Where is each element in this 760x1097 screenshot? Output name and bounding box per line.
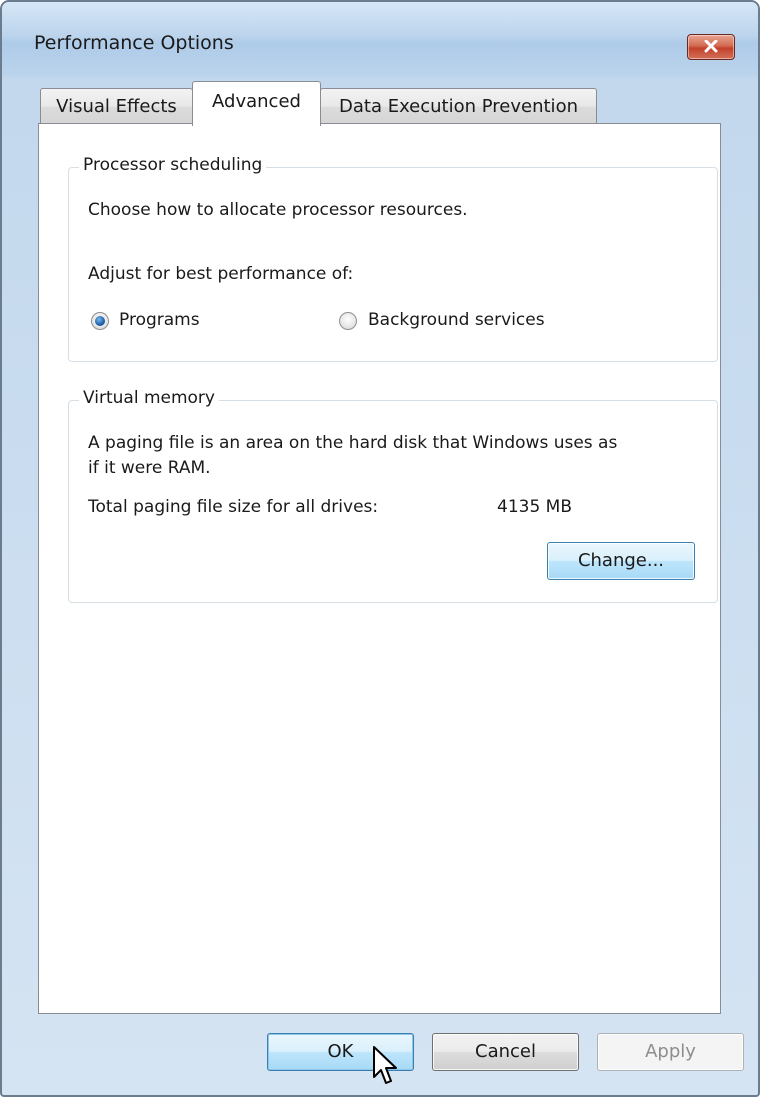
performance-options-window: Performance Options Visual Effects Advan… [0, 0, 760, 1097]
virtual-memory-description-line1: A paging file is an area on the hard dis… [88, 433, 618, 453]
virtual-memory-description-line2: if it were RAM. [88, 458, 211, 478]
window-title: Performance Options [34, 32, 234, 54]
total-paging-size-value: 4135 MB [497, 497, 572, 517]
close-icon [704, 40, 718, 53]
tab-advanced[interactable]: Advanced [192, 81, 321, 126]
tab-visual-effects[interactable]: Visual Effects [40, 88, 193, 124]
change-virtual-memory-button[interactable]: Change... [547, 542, 695, 580]
apply-button[interactable]: Apply [597, 1033, 744, 1071]
programs-radio[interactable] [91, 312, 109, 330]
background-services-radio-label[interactable]: Background services [368, 310, 545, 330]
advanced-tab-panel: Processor scheduling Choose how to alloc… [38, 123, 721, 1014]
close-button[interactable] [687, 34, 735, 60]
virtual-memory-label: Virtual memory [79, 388, 219, 408]
processor-scheduling-group: Processor scheduling Choose how to alloc… [68, 155, 718, 362]
mouse-pointer-icon [373, 1046, 397, 1084]
programs-radio-label[interactable]: Programs [119, 310, 200, 330]
tab-data-execution-prevention[interactable]: Data Execution Prevention [320, 88, 597, 124]
total-paging-size-label: Total paging file size for all drives: [88, 497, 379, 517]
adjust-performance-label: Adjust for best performance of: [88, 264, 354, 284]
background-services-radio[interactable] [339, 312, 357, 330]
processor-description: Choose how to allocate processor resourc… [88, 200, 468, 220]
title-bar[interactable]: Performance Options [2, 2, 758, 77]
cancel-button[interactable]: Cancel [432, 1033, 579, 1071]
processor-scheduling-label: Processor scheduling [79, 155, 267, 175]
